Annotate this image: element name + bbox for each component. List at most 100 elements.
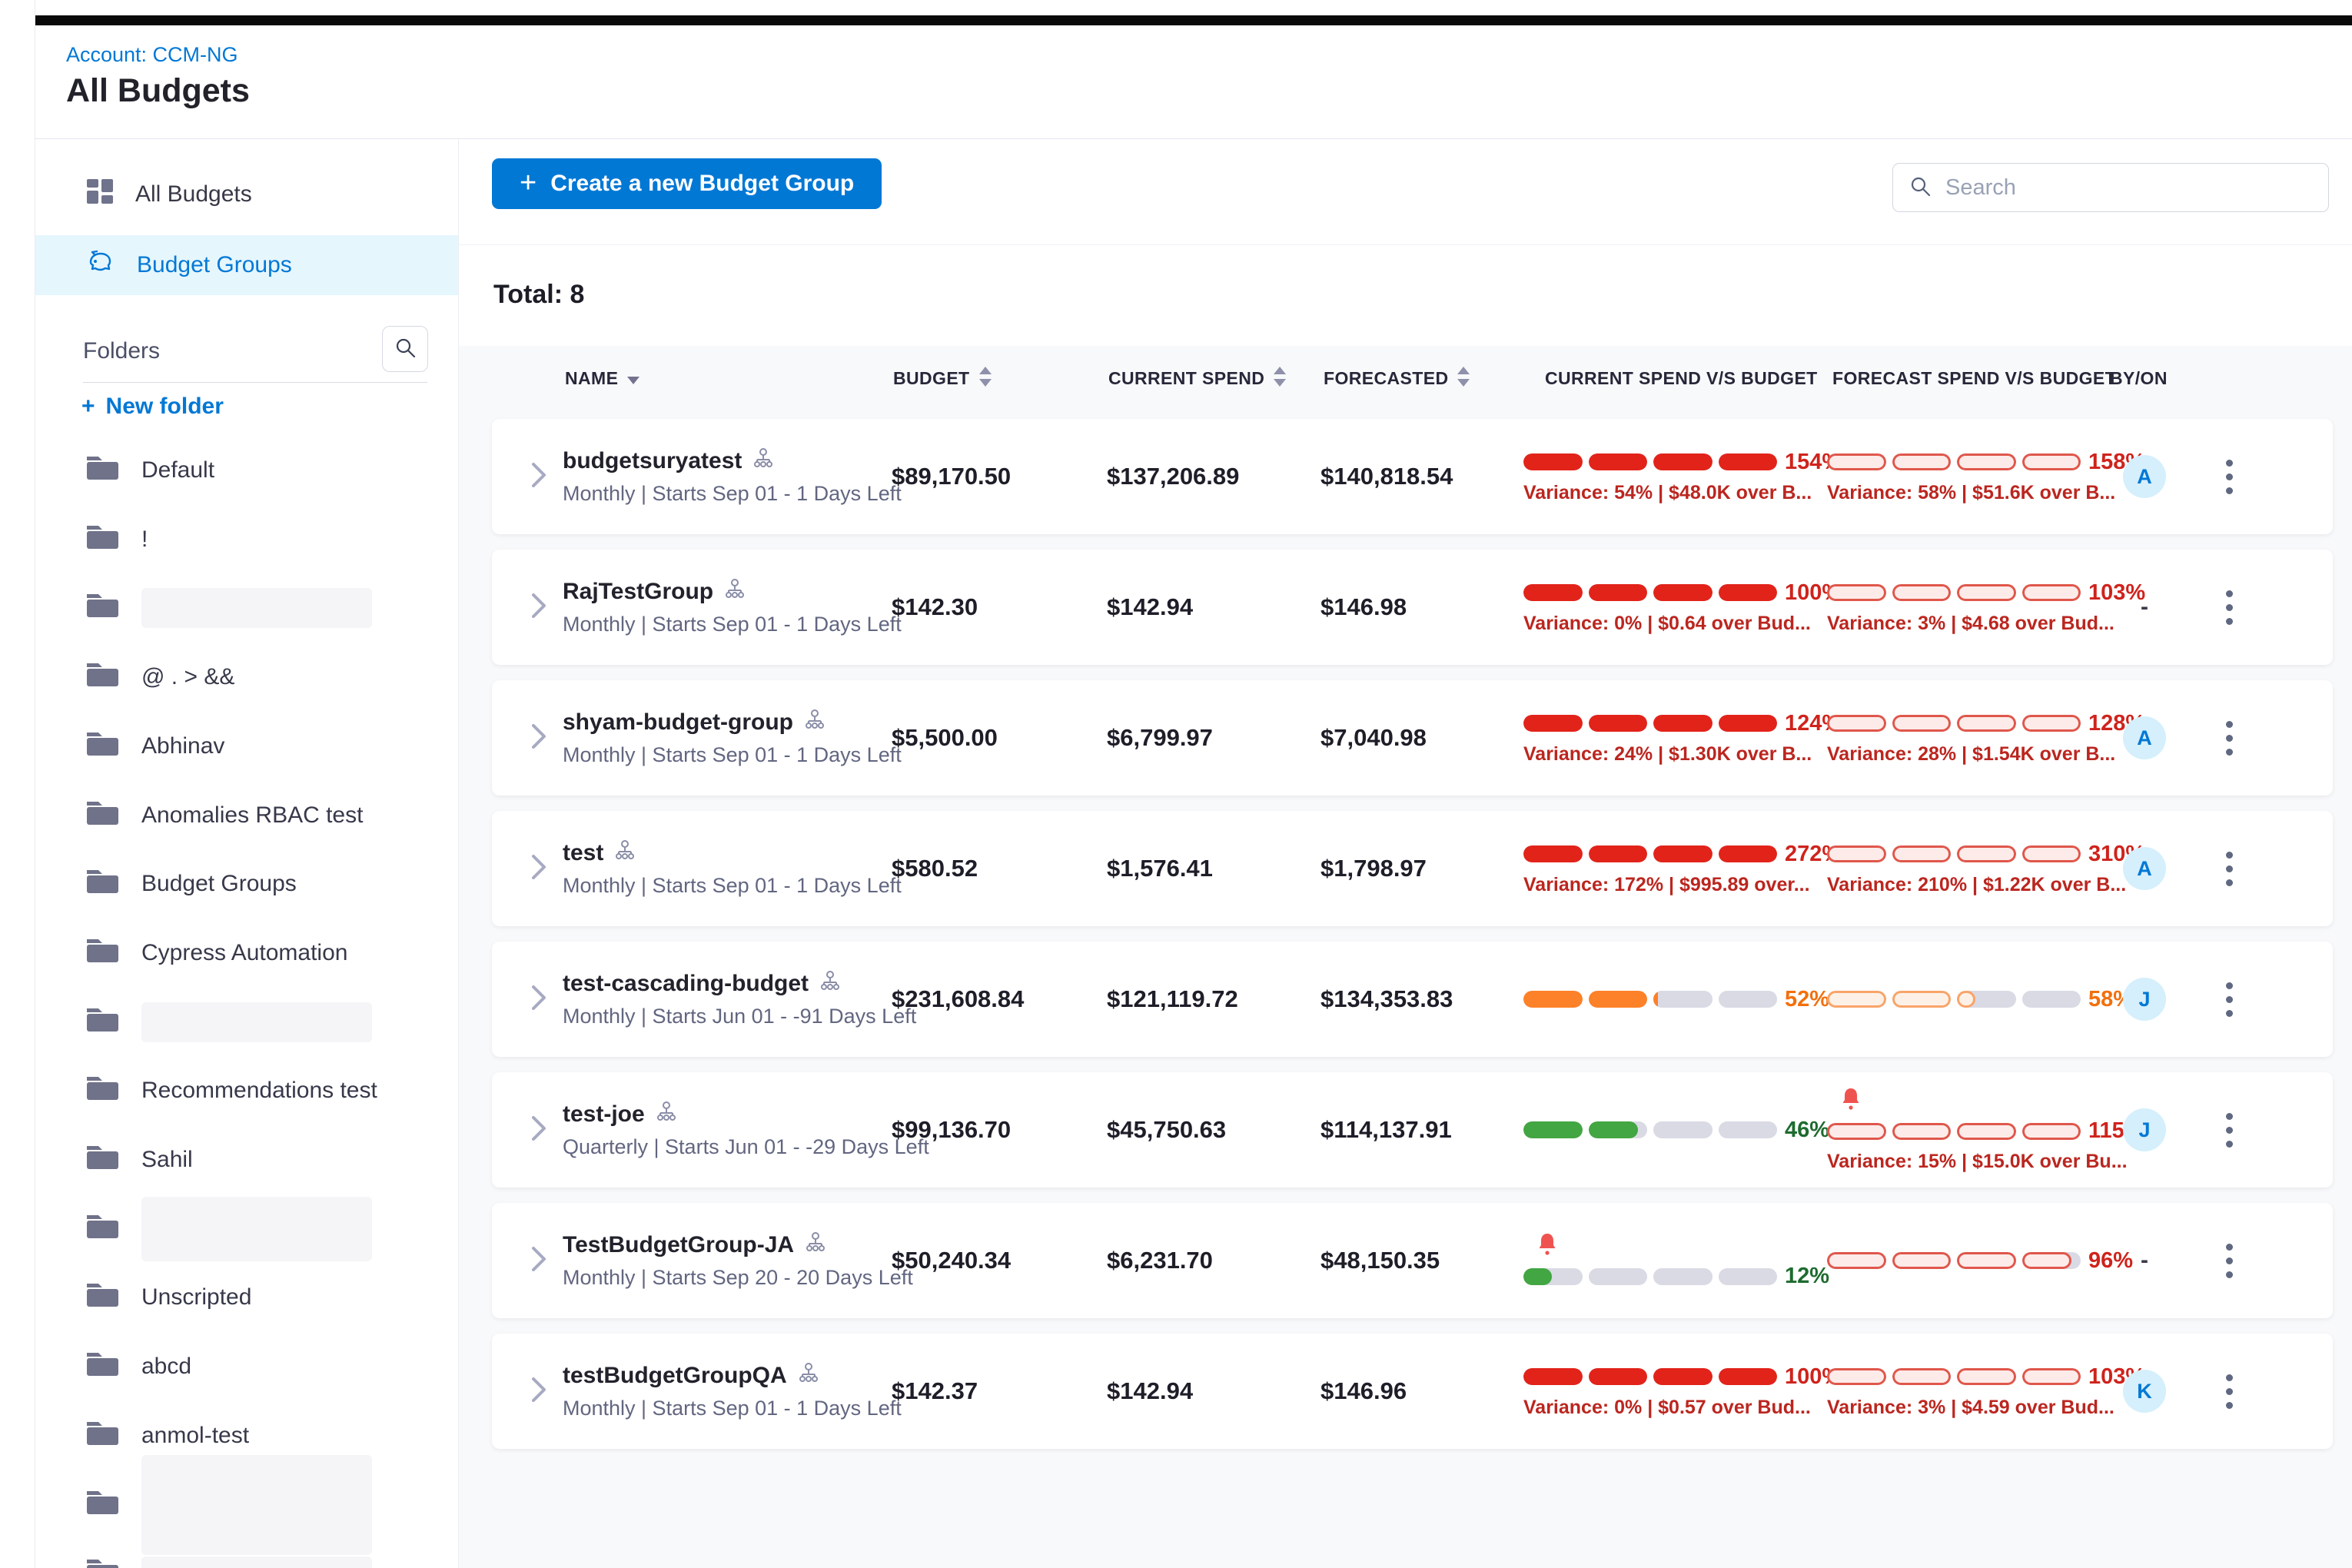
folder-item[interactable]: Budget Groups [35, 859, 297, 909]
row-options-menu-button[interactable] [2214, 1334, 2244, 1449]
table-row[interactable]: budgetsuryatestMonthly | Starts Sep 01 -… [492, 419, 2333, 534]
progress-fill [1653, 715, 1713, 732]
sidebar-item-all-budgets[interactable]: All Budgets [35, 164, 458, 224]
folder-item[interactable]: anmol-test [35, 1411, 249, 1460]
progress-outline-fill [2022, 845, 2081, 862]
folder-name: abcd [141, 1354, 191, 1380]
progress-outline-fill [2022, 584, 2081, 601]
folder-item[interactable]: Recommendations test [35, 1066, 377, 1115]
column-header-current-spend[interactable]: CURRENT SPEND [1108, 346, 1286, 411]
variance-text: Variance: 3% | $4.68 over Bud... [1827, 613, 2134, 635]
chevron-right-icon [530, 592, 547, 623]
folder-item[interactable] [35, 998, 372, 1047]
folder-item[interactable] [35, 1549, 372, 1568]
progress-bar-row: 96% [1827, 1248, 2134, 1274]
progress-segment [1653, 991, 1713, 1008]
budget-group-name[interactable]: testBudgetGroupQA [563, 1362, 902, 1390]
table-row[interactable]: RajTestGroupMonthly | Starts Sep 01 - 1 … [492, 550, 2333, 665]
folder-item[interactable]: Anomalies RBAC test [35, 791, 363, 840]
progress-outline-fill [1827, 715, 1886, 732]
table-row[interactable]: test-joe Quarterly | Starts Jun 01 - -29 … [492, 1072, 2333, 1188]
table-row[interactable]: testBudgetGroupQAMonthly | Starts Sep 01… [492, 1334, 2333, 1449]
folder-item[interactable]: Cypress Automation [35, 929, 347, 978]
sort-desc-icon[interactable] [627, 368, 639, 389]
folders-search-button[interactable] [382, 326, 428, 372]
table-row[interactable]: testMonthly | Starts Sep 01 - 1 Days Lef… [492, 811, 2333, 926]
breadcrumb-account-link[interactable]: Account: CCM-NG [66, 43, 238, 67]
sidebar-item-budget-groups[interactable]: Budget Groups [35, 235, 458, 295]
expand-row-button[interactable] [530, 942, 547, 1057]
forecasted-value: $140,818.54 [1321, 419, 1453, 534]
sidebar-item-label: All Budgets [135, 181, 252, 208]
sort-icon[interactable] [1457, 367, 1470, 391]
expand-row-button[interactable] [530, 419, 547, 534]
expand-row-button[interactable] [530, 1203, 547, 1318]
progress-segment [2022, 453, 2081, 470]
row-options-menu-button[interactable] [2214, 1072, 2244, 1188]
progress-segment [1957, 991, 2016, 1008]
forecast-spend-vs-budget-cell: 310%Variance: 210% | $1.22K over B... [1827, 811, 2134, 926]
expand-row-button[interactable] [530, 1334, 547, 1449]
budget-group-name[interactable]: test [563, 839, 902, 867]
folder-item[interactable]: Abhinav [35, 722, 224, 771]
budget-group-name[interactable]: test-joe [563, 1101, 929, 1128]
new-folder-button[interactable]: + New folder [81, 394, 224, 420]
chevron-right-icon [530, 984, 547, 1015]
folder-item[interactable]: Default [35, 446, 214, 495]
table-row[interactable]: shyam-budget-groupMonthly | Starts Sep 0… [492, 680, 2333, 796]
column-header-name[interactable]: NAME [565, 346, 639, 411]
expand-row-button[interactable] [530, 680, 547, 796]
progress-segment [2022, 715, 2081, 732]
forecast-spend-vs-budget-cell: 128%Variance: 28% | $1.54K over B... [1827, 680, 2134, 796]
progress-outline-fill [1957, 1368, 2016, 1385]
budget-group-name[interactable]: test-cascading-budget [563, 970, 916, 998]
progress-segment [1827, 845, 1886, 862]
budget-group-name[interactable]: RajTestGroup [563, 578, 902, 606]
expand-row-button[interactable] [530, 550, 547, 665]
budget-group-name[interactable]: TestBudgetGroup-JA [563, 1231, 913, 1259]
expand-row-button[interactable] [530, 811, 547, 926]
folder-item[interactable] [35, 1204, 372, 1254]
kebab-dot [2226, 1010, 2233, 1017]
progress-segment [1957, 1368, 2016, 1385]
row-options-menu-button[interactable] [2214, 942, 2244, 1057]
progress-fill [1523, 453, 1583, 470]
sort-icon[interactable] [979, 367, 992, 391]
folder-item[interactable] [35, 583, 372, 633]
progress-bar-row: 103% [1827, 1364, 2134, 1390]
expand-row-button[interactable] [530, 1072, 547, 1188]
table-row[interactable]: TestBudgetGroup-JAMonthly | Starts Sep 2… [492, 1203, 2333, 1318]
folder-item[interactable]: Unscripted [35, 1273, 251, 1322]
search-input[interactable] [1944, 174, 2313, 201]
progress-segment [1653, 584, 1713, 601]
budget-period-text: Quarterly | Starts Jun 01 - -29 Days Lef… [563, 1135, 929, 1159]
column-header-forecasted[interactable]: FORECASTED [1324, 346, 1470, 411]
plus-icon: + [81, 394, 95, 420]
forecasted-value: $114,137.91 [1321, 1072, 1452, 1188]
folder-item[interactable]: Sahil [35, 1135, 193, 1184]
budget-group-name[interactable]: shyam-budget-group [563, 709, 902, 736]
folder-item[interactable]: @ . > && [35, 653, 234, 702]
progress-segment [1523, 1368, 1583, 1385]
column-header-budget[interactable]: BUDGET [893, 346, 992, 411]
current-spend-vs-budget-cell: 272%Variance: 172% | $995.89 over... [1523, 811, 1831, 926]
create-budget-group-button[interactable]: + Create a new Budget Group [492, 158, 882, 209]
column-header-by-on[interactable]: BY/ON [2110, 346, 2168, 411]
row-options-menu-button[interactable] [2214, 811, 2244, 926]
kebab-dot [2226, 460, 2233, 467]
row-options-menu-button[interactable] [2214, 680, 2244, 796]
column-header-current-spend-v-s-budget[interactable]: CURRENT SPEND V/S BUDGET [1545, 346, 1818, 411]
column-header-forecast-spend-v-s-budget[interactable]: FORECAST SPEND V/S BUDGET [1832, 346, 2116, 411]
row-options-menu-button[interactable] [2214, 419, 2244, 534]
progress-outline-fill [1892, 1368, 1952, 1385]
folder-item[interactable] [35, 1480, 372, 1530]
folder-item[interactable]: abcd [35, 1342, 191, 1391]
budget-group-name[interactable]: budgetsuryatest [563, 447, 902, 475]
table-row[interactable]: test-cascading-budgetMonthly | Starts Ju… [492, 942, 2333, 1057]
row-options-menu-button[interactable] [2214, 1203, 2244, 1318]
row-options-menu-button[interactable] [2214, 550, 2244, 665]
progress-segment [1957, 715, 2016, 732]
progress-fill [1719, 715, 1778, 732]
sort-icon[interactable] [1274, 367, 1286, 391]
folder-item[interactable]: ! [35, 515, 148, 564]
